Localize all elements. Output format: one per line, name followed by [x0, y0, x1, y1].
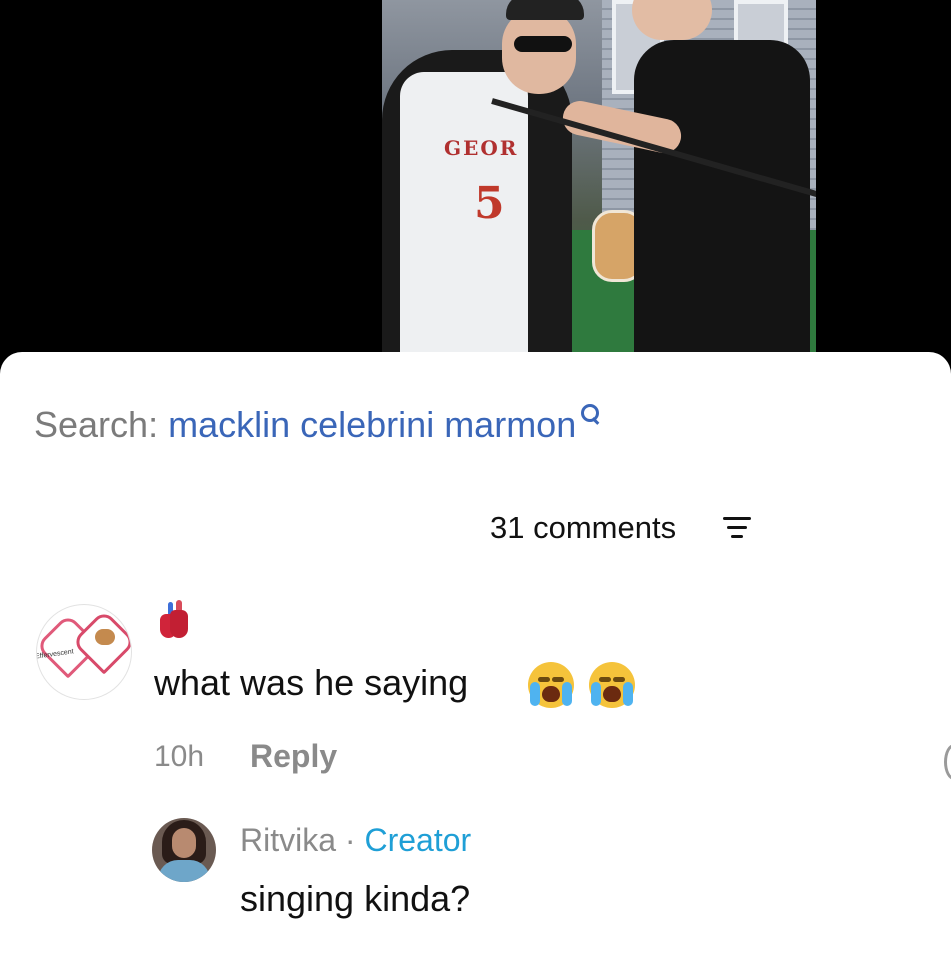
cap [506, 0, 584, 20]
creator-badge: Creator [364, 822, 472, 858]
video-frame[interactable]: GEOR 5 [382, 0, 816, 354]
cat-image [95, 629, 115, 645]
search-suggestion[interactable]: Search: macklin celebrini marmon [34, 404, 600, 446]
reply-text: singing kinda? [240, 878, 471, 919]
search-icon[interactable] [580, 402, 600, 426]
anatomical-heart-icon [158, 600, 192, 640]
comments-count: 31 comments [490, 510, 677, 545]
comment-timestamp: 10h [154, 740, 205, 773]
video-player[interactable]: GEOR 5 [0, 0, 951, 360]
jersey [400, 72, 528, 354]
avatar[interactable]: Effervescent [36, 604, 132, 700]
filter-icon[interactable] [723, 517, 751, 541]
loudly-crying-face-icon [589, 662, 635, 708]
jersey-name: GEOR [444, 136, 519, 160]
separator: · [344, 822, 356, 858]
comments-sheet: Search: macklin celebrini marmon 31 comm… [0, 352, 951, 972]
jersey-number: 5 [474, 178, 505, 229]
person-right [634, 40, 810, 354]
comment-text: what was he saying [154, 662, 469, 703]
loudly-crying-face-icon [528, 662, 574, 708]
reply-author-line: Ritvika · Creator [240, 822, 471, 859]
like-icon[interactable] [944, 744, 951, 780]
search-query-link[interactable]: macklin celebrini marmon [168, 404, 576, 445]
sunglasses [514, 36, 572, 52]
search-label: Search: [34, 404, 159, 445]
reply-author-name[interactable]: Ritvika [240, 822, 336, 858]
person-right-head [632, 0, 712, 40]
reply-button[interactable]: Reply [250, 738, 337, 775]
avatar[interactable] [152, 818, 216, 882]
